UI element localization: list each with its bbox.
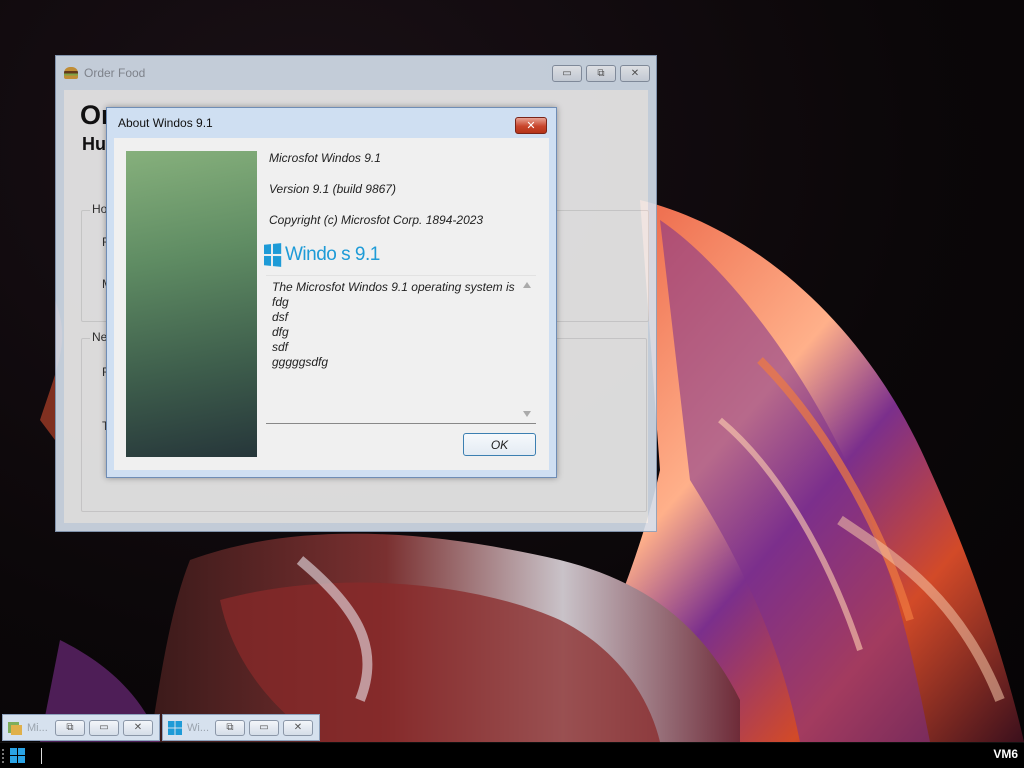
ok-button[interactable]: OK xyxy=(463,433,536,456)
description-line: The Microsfot Windos 9.1 operating syste… xyxy=(272,280,515,294)
minimized-window-label: Mi... xyxy=(27,721,48,734)
scroll-down-arrow-icon[interactable] xyxy=(523,411,531,417)
description-line: dfg xyxy=(272,325,289,339)
about-version: Version 9.1 (build 9867) xyxy=(269,182,396,196)
minimize-button[interactable]: ▭ xyxy=(552,65,582,82)
burger-icon xyxy=(64,67,78,79)
windows-logo-icon xyxy=(168,720,182,735)
about-banner-image xyxy=(126,151,257,457)
taskbar-grip-icon[interactable] xyxy=(2,749,4,763)
about-dialog[interactable]: About Windos 9.1 ✕ Microsfot Windos 9.1 … xyxy=(106,107,557,478)
app-icon xyxy=(8,721,22,735)
about-copyright: Copyright (c) Microsfot Corp. 1894-2023 xyxy=(269,213,484,227)
about-dialog-titlebar[interactable]: About Windos 9.1 xyxy=(107,108,556,138)
windows-logo: Windo s 9.1 xyxy=(263,243,380,267)
taskbar: VM6 xyxy=(0,742,1024,768)
about-description-lines: The Microsfot Windos 9.1 operating syste… xyxy=(272,280,516,370)
description-line: fdg xyxy=(272,295,289,309)
maximize-button[interactable]: ▭ xyxy=(89,719,119,736)
close-button[interactable]: ✕ xyxy=(283,719,313,736)
start-button[interactable] xyxy=(6,748,28,764)
about-description-textbox[interactable]: The Microsfot Windos 9.1 operating syste… xyxy=(266,275,536,424)
vm-label: VM6 xyxy=(993,747,1018,761)
order-food-title: Order Food xyxy=(84,66,146,80)
vertical-scrollbar[interactable] xyxy=(519,276,536,423)
minimized-window-windos[interactable]: Wi... ⧉ ▭ ✕ xyxy=(162,714,320,741)
about-dialog-title: About Windos 9.1 xyxy=(118,116,213,130)
about-product-name: Microsfot Windos 9.1 xyxy=(269,151,381,165)
windows-logo-icon xyxy=(263,243,282,267)
restore-button[interactable]: ⧉ xyxy=(586,65,616,82)
about-dialog-client-area: Microsfot Windos 9.1 Version 9.1 (build … xyxy=(114,138,549,470)
taskbar-text-cursor xyxy=(41,748,42,764)
minimized-window-label: Wi... xyxy=(187,721,209,734)
description-line: sdf xyxy=(272,340,289,354)
about-close-button[interactable]: ✕ xyxy=(515,117,547,134)
restore-button[interactable]: ⧉ xyxy=(55,719,85,736)
order-food-window-controls: ▭ ⧉ ✕ xyxy=(552,65,650,82)
scroll-up-arrow-icon[interactable] xyxy=(523,282,531,288)
minimized-window-order-food[interactable]: Mi... ⧉ ▭ ✕ xyxy=(2,714,160,741)
description-line: gggggsdfg xyxy=(272,355,329,369)
description-line: dsf xyxy=(272,310,289,324)
windows-logo-text: Windo s 9.1 xyxy=(285,244,380,265)
order-food-subheading: Hu xyxy=(82,134,106,154)
close-button[interactable]: ✕ xyxy=(620,65,650,82)
restore-button[interactable]: ⧉ xyxy=(215,719,245,736)
close-button[interactable]: ✕ xyxy=(123,719,153,736)
maximize-button[interactable]: ▭ xyxy=(249,719,279,736)
